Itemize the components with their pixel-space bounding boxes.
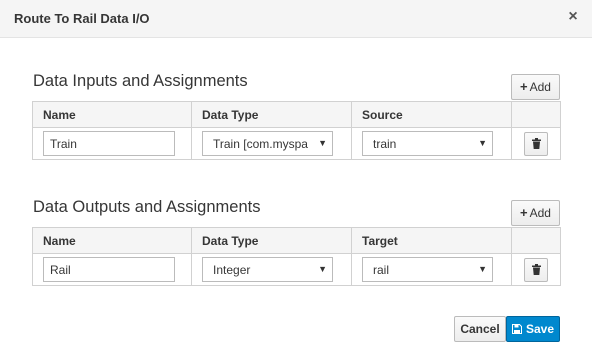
data-type-cell: Train [com.myspa ▼ <box>191 127 352 160</box>
add-output-button[interactable]: + Add <box>511 200 560 226</box>
delete-output-button[interactable] <box>524 257 548 282</box>
input-name-field[interactable] <box>43 131 175 156</box>
cancel-button[interactable]: Cancel <box>454 316 506 342</box>
close-icon[interactable]: × <box>566 9 580 25</box>
select-value: Integer <box>213 262 251 277</box>
column-header-name: Name <box>32 101 192 128</box>
output-data-type-select[interactable]: Integer ▼ <box>202 257 333 282</box>
caret-down-icon: ▼ <box>318 138 327 148</box>
column-header-source: Source <box>351 101 512 128</box>
column-header-actions <box>511 101 561 128</box>
select-value: rail <box>373 262 390 277</box>
inputs-table: Name Data Type Source Train [com.myspa ▼ <box>32 101 561 160</box>
target-cell: rail ▼ <box>351 253 512 286</box>
trash-icon <box>531 138 541 149</box>
dialog-header: Route To Rail Data I/O × <box>0 0 592 38</box>
actions-cell <box>511 253 561 286</box>
add-output-label: Add <box>529 206 551 220</box>
column-header-name: Name <box>32 227 192 254</box>
plus-icon: + <box>520 205 528 220</box>
name-cell <box>32 127 192 160</box>
outputs-header-row: Name Data Type Target <box>32 227 561 254</box>
column-header-data-type: Data Type <box>191 227 352 254</box>
save-button[interactable]: Save <box>506 316 560 342</box>
name-cell <box>32 253 192 286</box>
delete-input-button[interactable] <box>524 131 548 156</box>
add-input-label: Add <box>529 80 551 94</box>
table-row: Train [com.myspa ▼ train ▼ <box>32 127 561 160</box>
caret-down-icon: ▼ <box>318 264 327 274</box>
caret-down-icon: ▼ <box>478 138 487 148</box>
column-header-target: Target <box>351 227 512 254</box>
input-data-type-select[interactable]: Train [com.myspa ▼ <box>202 131 333 156</box>
source-cell: train ▼ <box>351 127 512 160</box>
trash-icon <box>531 264 541 275</box>
save-label: Save <box>525 322 555 336</box>
dialog-title: Route To Rail Data I/O <box>14 11 150 26</box>
input-source-select[interactable]: train ▼ <box>362 131 493 156</box>
cancel-label: Cancel <box>460 322 500 336</box>
caret-down-icon: ▼ <box>478 264 487 274</box>
add-input-button[interactable]: + Add <box>511 74 560 100</box>
output-name-field[interactable] <box>43 257 175 282</box>
outputs-table: Name Data Type Target Integer ▼ <box>32 227 561 286</box>
inputs-section-title: Data Inputs and Assignments <box>33 72 248 90</box>
actions-cell <box>511 127 561 160</box>
table-row: Integer ▼ rail ▼ <box>32 253 561 286</box>
save-icon <box>511 324 522 334</box>
output-target-select[interactable]: rail ▼ <box>362 257 493 282</box>
data-io-dialog: Route To Rail Data I/O × Data Inputs and… <box>0 0 592 354</box>
column-header-data-type: Data Type <box>191 101 352 128</box>
outputs-section-title: Data Outputs and Assignments <box>33 198 261 216</box>
data-type-cell: Integer ▼ <box>191 253 352 286</box>
plus-icon: + <box>520 79 528 94</box>
select-value: train <box>373 136 397 151</box>
column-header-actions <box>511 227 561 254</box>
inputs-header-row: Name Data Type Source <box>32 101 561 128</box>
select-value: Train [com.myspa <box>213 136 308 151</box>
